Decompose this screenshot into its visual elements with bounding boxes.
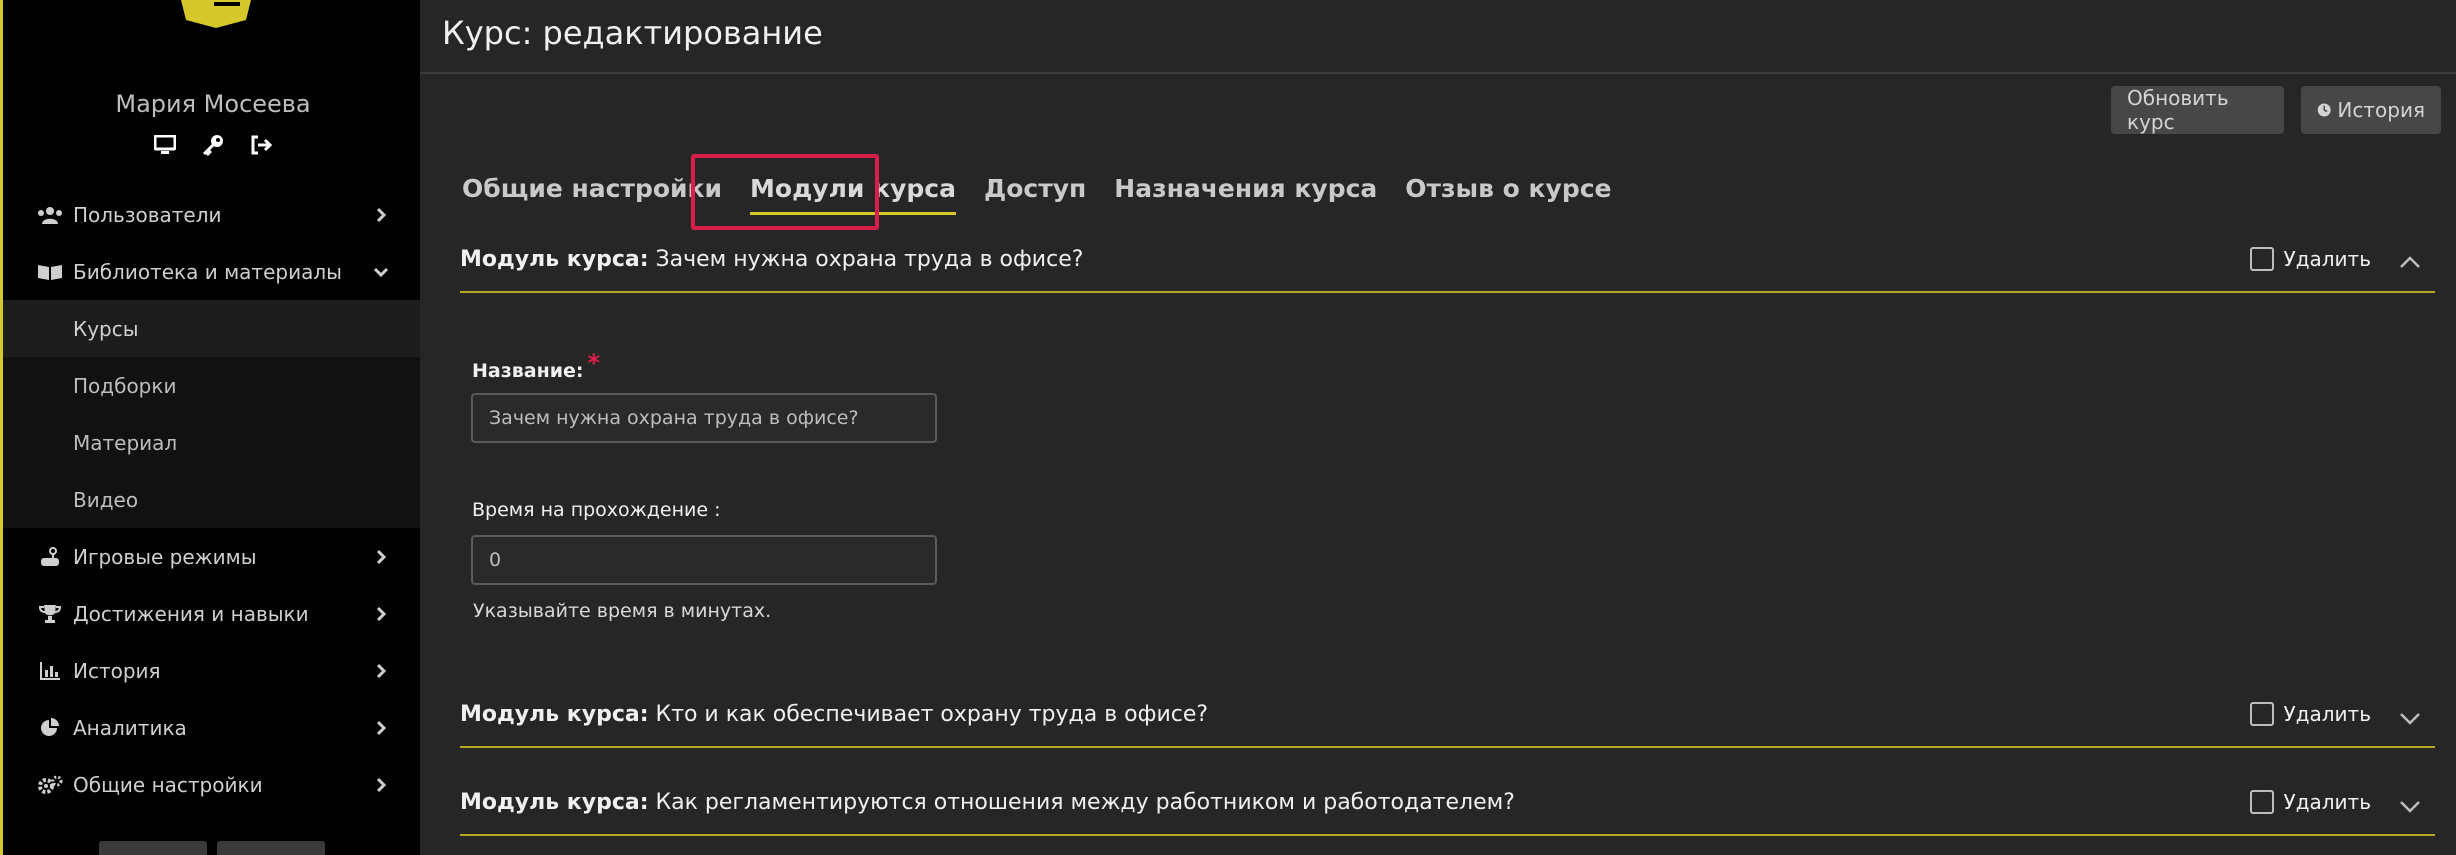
- sidebar-item-label: Пользователи: [73, 202, 222, 227]
- cogs-icon: [37, 775, 63, 795]
- tab-access[interactable]: Доступ: [984, 174, 1086, 203]
- sidebar-item-achievements[interactable]: Достижения и навыки: [3, 585, 420, 642]
- user-icons: [3, 134, 423, 156]
- time-input[interactable]: 0: [471, 535, 937, 585]
- sidebar-item-label: Аналитика: [73, 715, 187, 740]
- module-title: Модуль курса: Зачем нужна охрана труда в…: [460, 247, 1084, 272]
- sidebar-subitem-material[interactable]: Материал: [3, 414, 420, 471]
- sidebar: Мария Мосеева Пользователи Библиотека и …: [0, 0, 420, 855]
- main-content: Курс: редактирование Обновить курс Истор…: [420, 0, 2456, 855]
- sidebar-bottom-button[interactable]: [99, 841, 207, 855]
- delete-label: Удалить: [2283, 247, 2372, 271]
- module-delete: Удалить: [2249, 247, 2372, 271]
- tab-highlight-box: [691, 154, 879, 230]
- module-delete: Удалить: [2249, 790, 2372, 814]
- sidebar-nav: Пользователи Библиотека и материалы Курс…: [3, 186, 420, 813]
- required-mark: *: [587, 349, 601, 377]
- module-header[interactable]: Модуль курса: Как регламентируются отнош…: [460, 790, 2435, 836]
- sidebar-subitem-collections[interactable]: Подборки: [3, 357, 420, 414]
- chevron-down-icon[interactable]: [2397, 793, 2423, 819]
- sidebar-item-general-settings[interactable]: Общие настройки: [3, 756, 420, 813]
- module-title: Модуль курса: Как регламентируются отнош…: [460, 790, 1515, 815]
- sign-out-icon[interactable]: [250, 134, 272, 156]
- chevron-up-icon[interactable]: [2397, 250, 2423, 276]
- chevron-right-icon: [376, 207, 387, 222]
- chevron-down-icon: [373, 267, 389, 277]
- sidebar-submenu: Курсы Подборки Материал Видео: [3, 300, 420, 528]
- key-icon[interactable]: [202, 134, 224, 156]
- chevron-right-icon: [376, 663, 387, 678]
- module-delete: Удалить: [2249, 702, 2372, 726]
- trophy-icon: [37, 604, 63, 624]
- module-name-input[interactable]: Зачем нужна охрана труда в офисе?: [471, 393, 937, 443]
- time-label: Время на прохождение :: [472, 499, 721, 521]
- sidebar-bottom-buttons: [99, 841, 325, 855]
- sidebar-subitem-courses[interactable]: Курсы: [3, 300, 420, 357]
- history-button[interactable]: История: [2301, 86, 2441, 134]
- sidebar-item-label: Библиотека и материалы: [73, 259, 342, 284]
- update-course-button[interactable]: Обновить курс: [2111, 86, 2284, 134]
- sidebar-item-label: Достижения и навыки: [73, 601, 309, 626]
- tab-general-settings[interactable]: Общие настройки: [462, 174, 722, 203]
- sidebar-bottom-button[interactable]: [217, 841, 325, 855]
- monitor-icon[interactable]: [154, 134, 176, 156]
- sidebar-item-analytics[interactable]: Аналитика: [3, 699, 420, 756]
- sidebar-item-label: Игровые режимы: [73, 544, 257, 569]
- book-icon: [37, 262, 63, 282]
- chevron-down-icon[interactable]: [2397, 705, 2423, 731]
- module-header[interactable]: Модуль курса: Кто и как обеспечивает охр…: [460, 702, 2435, 748]
- delete-label: Удалить: [2283, 790, 2372, 814]
- delete-checkbox[interactable]: [2249, 702, 2274, 726]
- module-title: Модуль курса: Кто и как обеспечивает охр…: [460, 702, 1209, 727]
- logo: [181, 0, 251, 28]
- sidebar-item-users[interactable]: Пользователи: [3, 186, 420, 243]
- chevron-right-icon: [376, 606, 387, 621]
- delete-checkbox[interactable]: [2249, 247, 2274, 271]
- tabs: Общие настройки Модули курса Доступ Назн…: [462, 174, 1640, 215]
- sidebar-item-game-modes[interactable]: Игровые режимы: [3, 528, 420, 585]
- delete-label: Удалить: [2283, 702, 2372, 726]
- tab-course-assignments[interactable]: Назначения курса: [1114, 174, 1377, 203]
- page-title: Курс: редактирование: [442, 14, 823, 52]
- sidebar-item-label: Общие настройки: [73, 772, 263, 797]
- clock-icon: [2317, 103, 2331, 117]
- gamepad-icon: [37, 546, 63, 567]
- time-hint: Указывайте время в минутах.: [473, 600, 772, 622]
- delete-checkbox[interactable]: [2249, 790, 2274, 814]
- divider: [420, 72, 2456, 74]
- name-label: Название: *: [472, 349, 601, 382]
- sidebar-item-history[interactable]: История: [3, 642, 420, 699]
- chevron-right-icon: [376, 777, 387, 792]
- history-button-label: История: [2337, 98, 2425, 122]
- sidebar-item-library[interactable]: Библиотека и материалы: [3, 243, 420, 300]
- user-name: Мария Мосеева: [115, 90, 311, 118]
- chevron-right-icon: [376, 549, 387, 564]
- chevron-right-icon: [376, 720, 387, 735]
- module-header[interactable]: Модуль курса: Зачем нужна охрана труда в…: [460, 247, 2435, 293]
- sidebar-item-label: История: [73, 658, 161, 683]
- pie-icon: [37, 717, 63, 738]
- tab-course-feedback[interactable]: Отзыв о курсе: [1405, 174, 1611, 203]
- sidebar-subitem-video[interactable]: Видео: [3, 471, 420, 528]
- chart-icon: [37, 661, 63, 681]
- users-icon: [37, 205, 63, 225]
